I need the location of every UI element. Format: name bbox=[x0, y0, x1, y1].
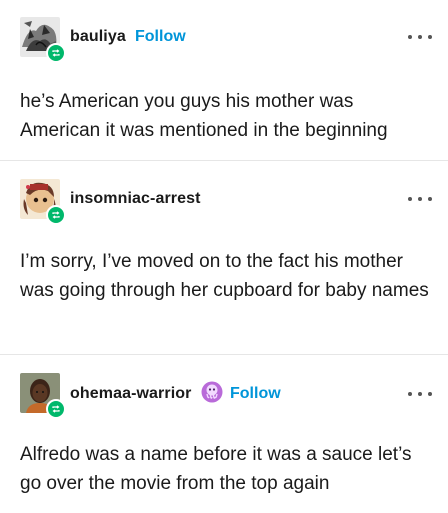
avatar-insomniac-arrest[interactable] bbox=[20, 179, 66, 225]
more-options-icon[interactable] bbox=[408, 389, 432, 399]
octopus-badge-icon bbox=[201, 381, 223, 403]
post-body: Alfredo was a name before it was a sauce… bbox=[20, 444, 412, 494]
username[interactable]: ohemaa-warrior bbox=[70, 385, 191, 403]
post-body: I’m sorry, I’ve moved on to the fact his… bbox=[20, 251, 429, 301]
reblog-icon bbox=[46, 43, 66, 63]
more-options-icon[interactable] bbox=[408, 32, 432, 42]
post-1: bauliya Follow he’s American you guys hi… bbox=[0, 0, 448, 160]
avatar-bauliya[interactable] bbox=[20, 17, 66, 63]
follow-button[interactable]: Follow bbox=[135, 28, 186, 46]
reblog-icon bbox=[46, 399, 66, 419]
avatar-ohemaa-warrior[interactable] bbox=[20, 373, 66, 419]
post-2: insomniac-arrest I’m sorry, I’ve moved o… bbox=[0, 161, 448, 354]
follow-button[interactable]: Follow bbox=[230, 385, 281, 403]
more-options-icon[interactable] bbox=[408, 194, 432, 204]
reblog-icon bbox=[46, 205, 66, 225]
username[interactable]: bauliya bbox=[70, 28, 126, 46]
post-body: he’s American you guys his mother was Am… bbox=[20, 91, 388, 141]
username[interactable]: insomniac-arrest bbox=[70, 190, 201, 208]
post-3: ohemaa-warrior Follow Alfredo was a name… bbox=[0, 355, 448, 513]
